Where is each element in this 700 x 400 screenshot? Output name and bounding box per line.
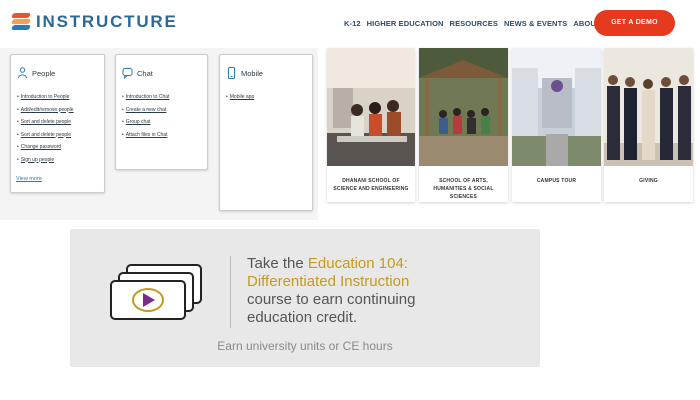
course-promo-banner[interactable]: Take the Education 104: Differentiated I… (70, 229, 540, 367)
main-nav: K-12 HIGHER EDUCATION RESOURCES NEWS & E… (344, 19, 613, 28)
nav-higher-education[interactable]: HIGHER EDUCATION (367, 19, 444, 28)
view-more-link[interactable]: View more (16, 176, 42, 182)
card-header: Mobile (226, 67, 263, 79)
tile-campus-tour[interactable]: CAMPUS TOUR (512, 48, 601, 202)
tile-school-science-engineering[interactable]: DHANANI SCHOOL OF SCIENCE AND ENGINEERIN… (327, 48, 415, 202)
campus-photo (512, 48, 601, 166)
card-title: Mobile (241, 68, 264, 78)
card-title: Chat (137, 68, 153, 78)
list-item[interactable]: Introduction to Chat (122, 91, 170, 104)
link-list: Mobile app (226, 91, 254, 104)
logo-mark-icon (10, 13, 32, 31)
chat-icon (122, 68, 133, 79)
person-icon (18, 67, 27, 79)
card-title: People (32, 68, 56, 78)
link-list: Introduction to People Add/edit/remove p… (17, 91, 74, 166)
courtyard-photo (419, 48, 508, 166)
list-item[interactable]: Introduction to People (17, 91, 74, 104)
list-item[interactable]: Sign up people (17, 154, 74, 167)
tile-giving[interactable]: GIVING (604, 48, 693, 202)
get-a-demo-button[interactable]: GET A DEMO (594, 10, 675, 36)
card-mobile: Mobile Mobile app (219, 54, 313, 211)
nav-resources[interactable]: RESOURCES (450, 19, 498, 28)
site-header: INSTRUCTURE K-12 HIGHER EDUCATION RESOUR… (0, 0, 700, 48)
lab-photo (327, 48, 415, 166)
card-header: Chat (122, 67, 153, 79)
list-item[interactable]: Sort and delete people (17, 116, 74, 129)
link-list: Introduction to Chat Create a new chat G… (122, 91, 170, 142)
nav-news-events[interactable]: NEWS & EVENTS (504, 19, 567, 28)
video-stack-icon (110, 264, 202, 320)
card-chat: Chat Introduction to Chat Create a new c… (115, 54, 208, 170)
tile-caption: CAMPUS TOUR (536, 178, 577, 184)
list-item[interactable]: Change password (17, 141, 74, 154)
list-item[interactable]: Create a new chat (122, 104, 169, 117)
promo-divider (230, 256, 231, 328)
card-header: People (17, 67, 55, 79)
tile-school-arts-humanities[interactable]: SCHOOL OF ARTS, HUMANITIES & SOCIAL SCIE… (419, 48, 508, 202)
tile-caption: SCHOOL OF ARTS, HUMANITIES & SOCIAL SCIE… (433, 178, 494, 200)
promo-subtext: Earn university units or CE hours (217, 339, 393, 353)
instructure-logo[interactable]: INSTRUCTURE (10, 12, 178, 32)
nav-k12[interactable]: K-12 (344, 19, 361, 28)
mobile-icon (228, 67, 235, 79)
logo-text: INSTRUCTURE (36, 12, 178, 31)
list-item[interactable]: Group chat (122, 116, 169, 129)
promo-headline: Take the Education 104: Differentiated I… (247, 255, 416, 326)
giving-photo (604, 48, 693, 166)
card-people: People Introduction to People Add/edit/r… (10, 54, 105, 193)
tile-caption: DHANANI SCHOOL OF SCIENCE AND ENGINEERIN… (333, 178, 409, 192)
list-item[interactable]: Attach files in Chat (122, 129, 169, 142)
list-item[interactable]: Mobile app (226, 91, 254, 104)
tile-caption: GIVING (639, 178, 658, 184)
list-item[interactable]: Add/edit/remove people (17, 104, 74, 117)
list-item[interactable]: Sort and delete people (17, 129, 74, 142)
